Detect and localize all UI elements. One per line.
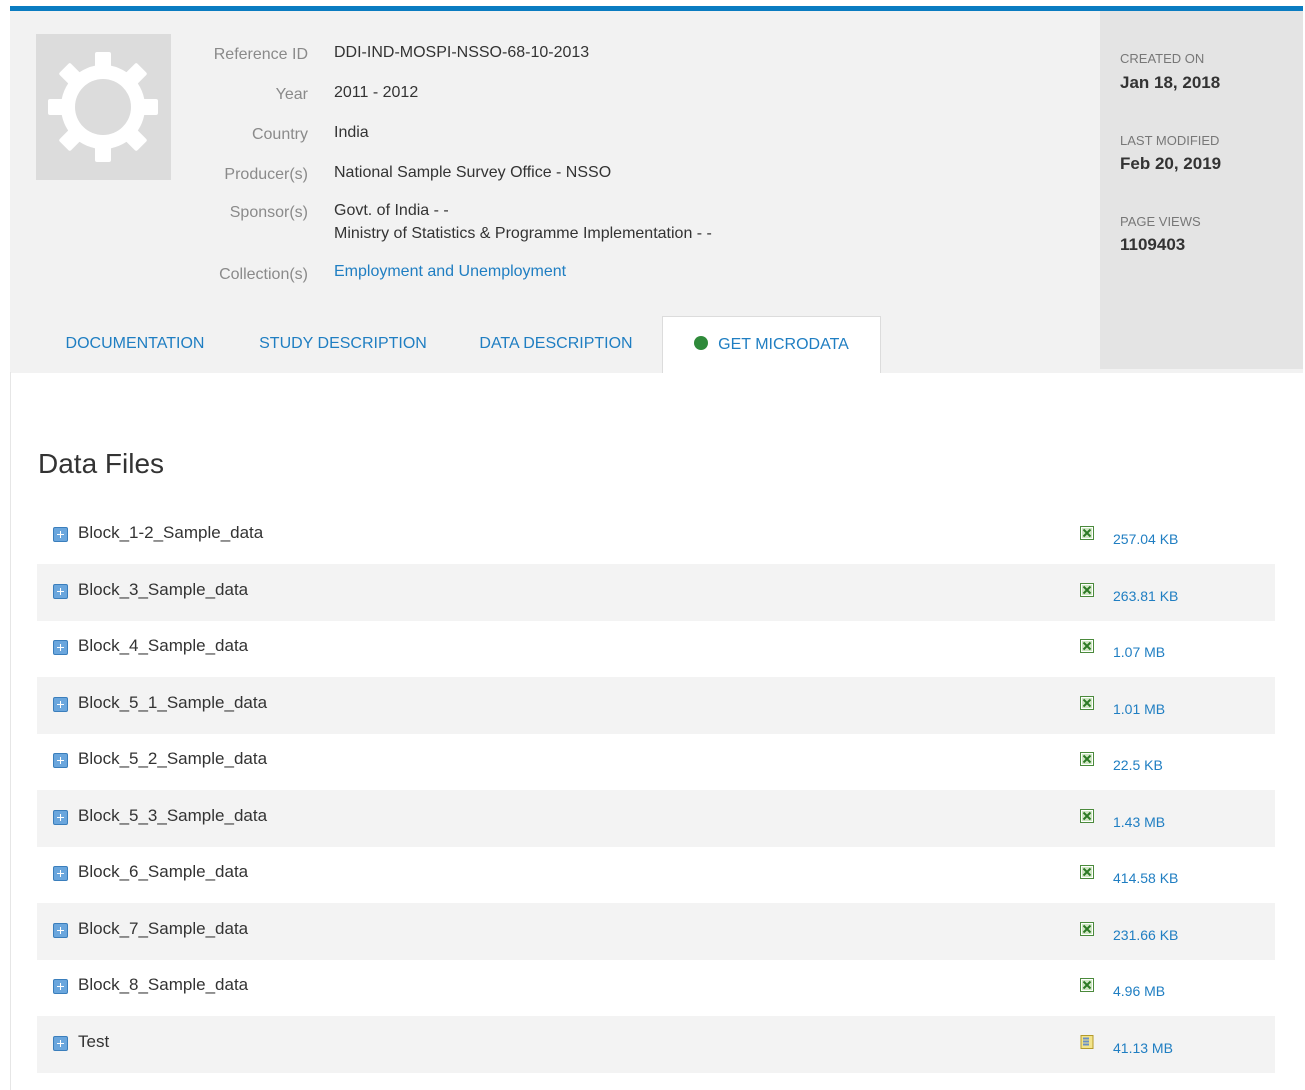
- file-row[interactable]: Block_5_3_Sample_data 1.43 MB: [37, 790, 1275, 847]
- excel-icon: [1080, 809, 1094, 823]
- file-size-link[interactable]: 41.13 MB: [1113, 1040, 1173, 1056]
- tab-study-description[interactable]: STUDY DESCRIPTION: [256, 316, 430, 372]
- expand-plus-icon[interactable]: [53, 527, 68, 542]
- file-name[interactable]: Block_5_1_Sample_data: [78, 693, 267, 713]
- sponsor-2-value: Ministry of Statistics & Programme Imple…: [334, 225, 712, 242]
- file-size-link[interactable]: 414.58 KB: [1113, 870, 1178, 886]
- expand-plus-icon[interactable]: [53, 1036, 68, 1051]
- producers-label: Producer(s): [224, 166, 308, 183]
- excel-icon: [1080, 639, 1094, 653]
- expand-plus-icon[interactable]: [53, 640, 68, 655]
- expand-plus-icon[interactable]: [53, 979, 68, 994]
- file-name[interactable]: Block_7_Sample_data: [78, 919, 248, 939]
- tab-get-microdata-label: GET MICRODATA: [718, 336, 849, 353]
- file-size-link[interactable]: 257.04 KB: [1113, 531, 1178, 547]
- file-size-link[interactable]: 1.07 MB: [1113, 644, 1165, 660]
- file-size-link[interactable]: 231.66 KB: [1113, 927, 1178, 943]
- data-files-heading: Data Files: [38, 448, 165, 479]
- file-size-link[interactable]: 22.5 KB: [1113, 757, 1163, 773]
- expand-plus-icon[interactable]: [53, 866, 68, 881]
- study-thumbnail: [36, 34, 171, 180]
- last-modified-label: LAST MODIFIED: [1120, 133, 1220, 148]
- file-name[interactable]: Block_8_Sample_data: [78, 975, 248, 995]
- last-modified-value: Feb 20, 2019: [1120, 154, 1222, 173]
- expand-plus-icon[interactable]: [53, 923, 68, 938]
- file-name[interactable]: Block_1-2_Sample_data: [78, 523, 263, 543]
- file-size-link[interactable]: 263.81 KB: [1113, 588, 1178, 604]
- file-size-link[interactable]: 1.43 MB: [1113, 814, 1165, 830]
- file-name[interactable]: Block_5_3_Sample_data: [78, 806, 267, 826]
- collection-value: Employment and Unemployment: [334, 263, 566, 281]
- file-size-link[interactable]: 4.96 MB: [1113, 983, 1165, 999]
- file-row[interactable]: Test 41.13 MB: [37, 1016, 1275, 1073]
- expand-plus-icon[interactable]: [53, 697, 68, 712]
- sponsors-label: Sponsor(s): [229, 204, 308, 221]
- file-row[interactable]: Block_1-2_Sample_data 257.04 KB: [37, 507, 1275, 564]
- country-value: India: [334, 124, 369, 141]
- file-row[interactable]: Block_6_Sample_data 414.58 KB: [37, 846, 1275, 903]
- file-row[interactable]: Block_3_Sample_data 263.81 KB: [37, 564, 1275, 621]
- collection-link[interactable]: Employment and Unemployment: [334, 263, 566, 280]
- expand-plus-icon[interactable]: [53, 753, 68, 768]
- producers-value: National Sample Survey Office - NSSO: [334, 164, 612, 181]
- file-row[interactable]: Block_5_1_Sample_data 1.01 MB: [37, 677, 1275, 734]
- excel-icon: [1080, 696, 1094, 710]
- collections-label: Collection(s): [219, 266, 308, 283]
- year-value: 2011 - 2012: [334, 84, 419, 101]
- expand-plus-icon[interactable]: [53, 810, 68, 825]
- archive-icon: [1080, 1035, 1094, 1049]
- reference-id-value: DDI-IND-MOSPI-NSSO-68-10-2013: [334, 44, 590, 61]
- excel-icon: [1080, 922, 1094, 936]
- file-name[interactable]: Block_6_Sample_data: [78, 862, 248, 882]
- file-name[interactable]: Test: [78, 1032, 109, 1052]
- tab-get-microdata[interactable]: GET MICRODATA: [662, 316, 881, 373]
- sponsor-1-value: Govt. of India - -: [334, 202, 449, 219]
- file-name[interactable]: Block_5_2_Sample_data: [78, 749, 267, 769]
- expand-plus-icon[interactable]: [53, 584, 68, 599]
- excel-icon: [1080, 978, 1094, 992]
- excel-icon: [1080, 865, 1094, 879]
- file-row[interactable]: Block_7_Sample_data 231.66 KB: [37, 903, 1275, 960]
- file-name[interactable]: Block_3_Sample_data: [78, 580, 248, 600]
- download-circle-icon: [694, 335, 709, 350]
- file-row[interactable]: Block_5_2_Sample_data 22.5 KB: [37, 733, 1275, 790]
- tab-data-description[interactable]: DATA DESCRIPTION: [474, 316, 638, 372]
- page-views-label: PAGE VIEWS: [1120, 214, 1201, 229]
- file-name[interactable]: Block_4_Sample_data: [78, 636, 248, 656]
- tab-documentation[interactable]: DOCUMENTATION: [56, 316, 214, 372]
- year-label: Year: [275, 86, 308, 103]
- excel-icon: [1080, 583, 1094, 597]
- file-row[interactable]: Block_4_Sample_data 1.07 MB: [37, 620, 1275, 677]
- reference-id-label: Reference ID: [213, 46, 308, 63]
- page-views-value: 1109403: [1120, 235, 1186, 254]
- file-row[interactable]: Block_8_Sample_data 4.96 MB: [37, 959, 1275, 1016]
- excel-icon: [1080, 526, 1094, 540]
- gear-icon: [48, 52, 158, 162]
- content-border: [10, 372, 11, 1090]
- file-size-link[interactable]: 1.01 MB: [1113, 701, 1165, 717]
- country-label: Country: [251, 126, 308, 143]
- excel-icon: [1080, 752, 1094, 766]
- created-on-value: Jan 18, 2018: [1120, 73, 1221, 92]
- created-on-label: CREATED ON: [1120, 51, 1205, 66]
